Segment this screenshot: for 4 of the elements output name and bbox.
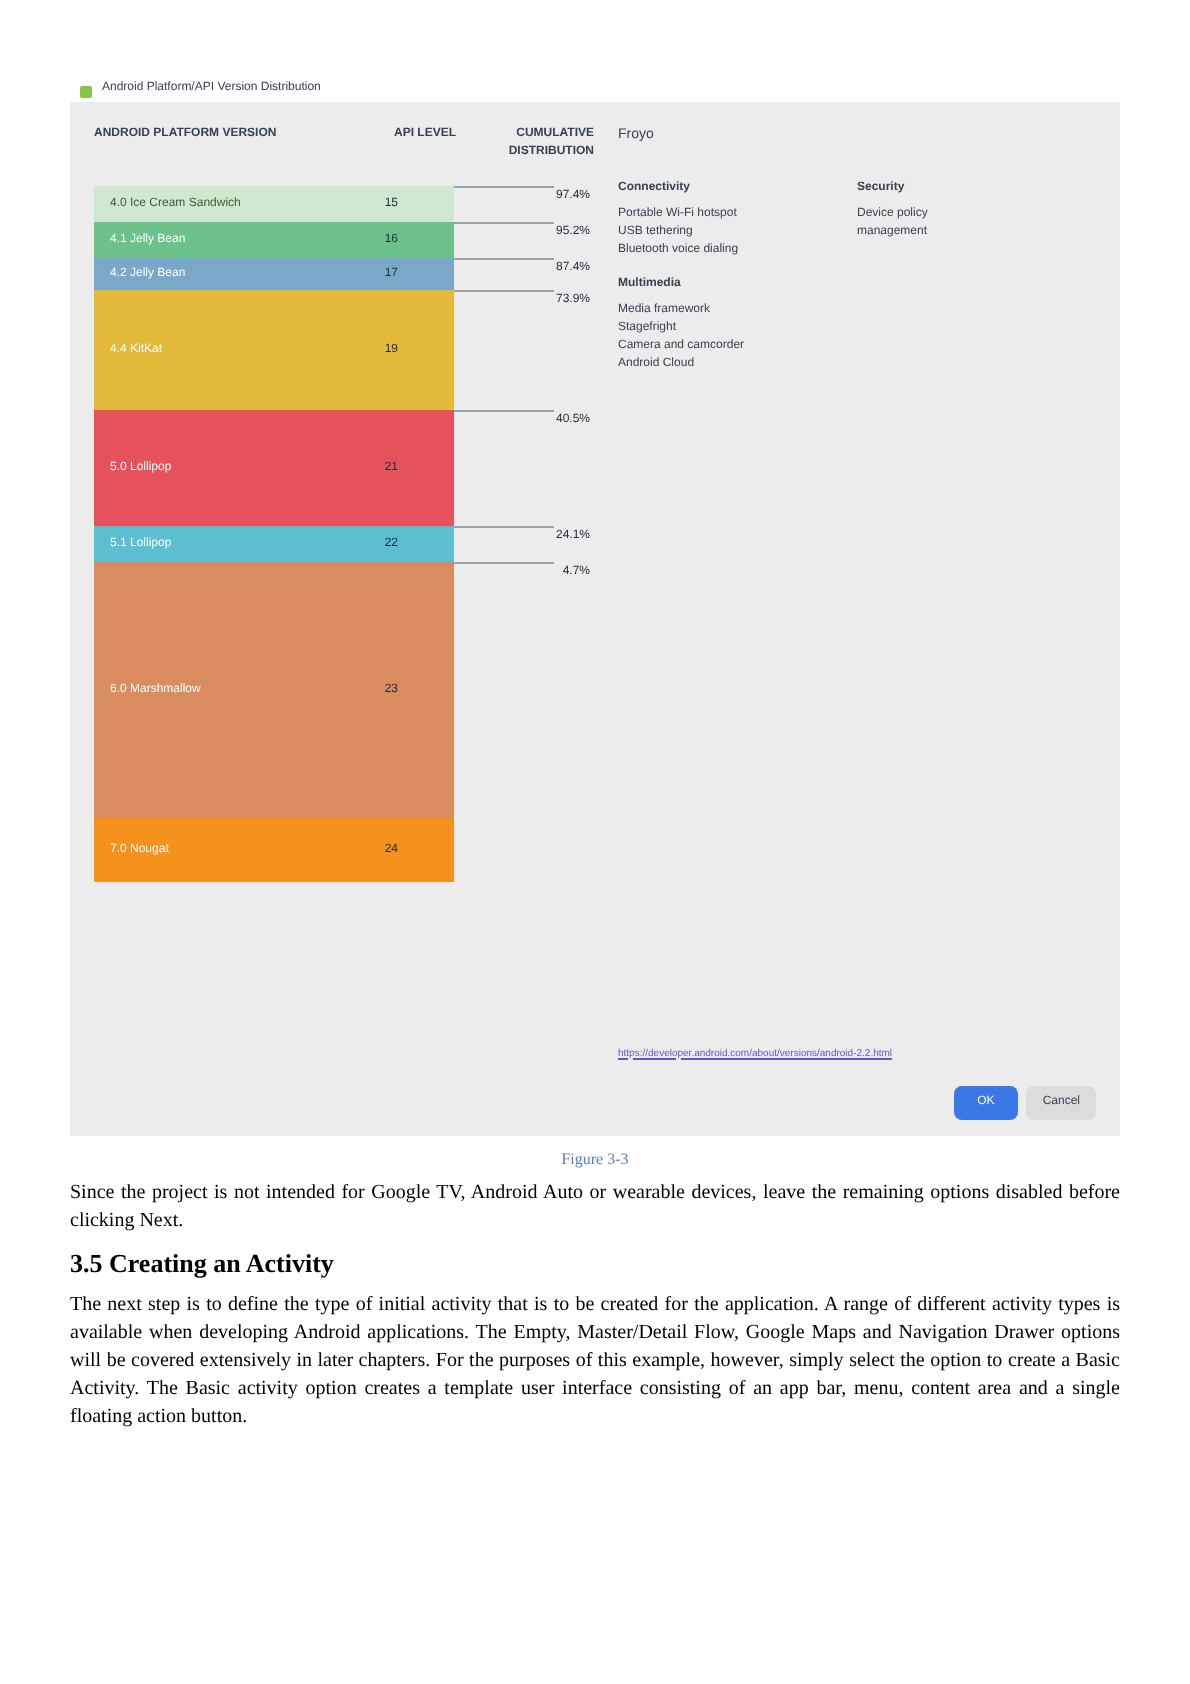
paragraph: The next step is to define the type of initial activity that is to be created for the application. A range of different activity types is available when developing Android applications. The Empty, Master/Detail Flow, Google Maps and Navigation Drawer options will be covered extensively in later chapters. For the purposes of this example, however, simply select the option to create a Basic Activity. The Basic activity option creates a template user interface consisting of an app bar, menu, content area and a single floating action button.	[70, 1291, 1120, 1431]
figure-caption: Figure 3-3	[559, 1148, 631, 1172]
section-heading: 3.5 Creating an Activity	[70, 1246, 336, 1282]
paragraph: Since the project is not intended for Google TV, Android Auto or wearable devices, leave the remaining options disabled before clicking Next.	[70, 1180, 1120, 1236]
